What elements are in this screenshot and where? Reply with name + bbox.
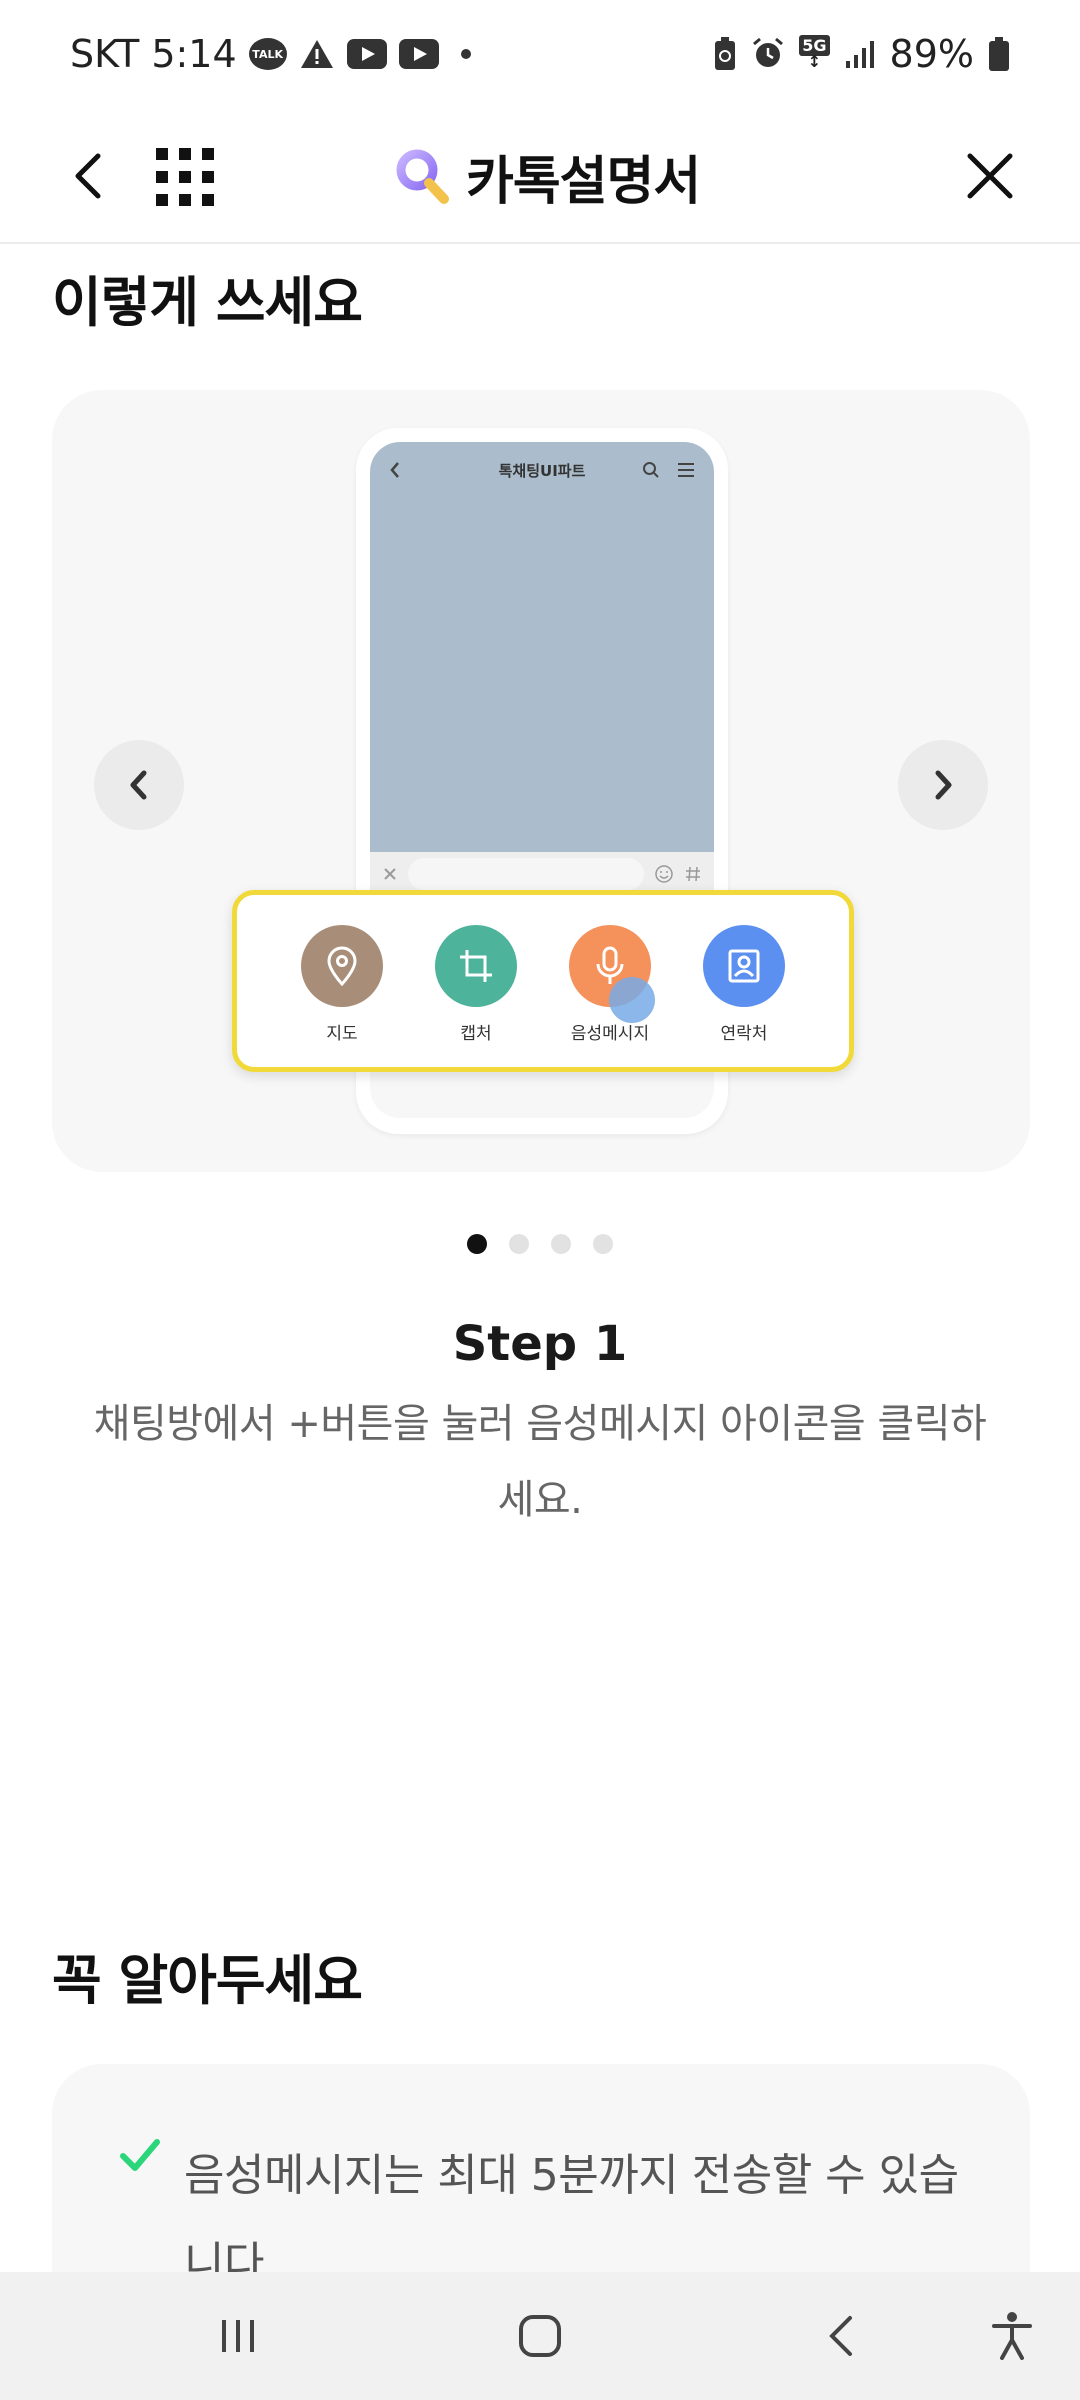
phone-hash-icon	[686, 866, 700, 882]
recent-apps-icon	[222, 2320, 254, 2352]
phone-close-icon	[384, 868, 396, 880]
close-button[interactable]	[960, 146, 1020, 206]
search-icon	[396, 149, 449, 204]
home-icon	[519, 2315, 561, 2357]
status-left: SKT 5:14 TALK	[70, 32, 471, 76]
carousel-prev-button[interactable]	[94, 740, 184, 830]
close-icon	[967, 153, 1013, 199]
app-header: 카톡설명서	[0, 108, 1080, 244]
contact-icon	[703, 925, 785, 1007]
accessibility-button[interactable]	[976, 2300, 1048, 2372]
battery-saver-icon	[713, 36, 737, 72]
page-dot-1[interactable]	[467, 1234, 487, 1254]
menu-item-contacts: 연락처	[703, 925, 785, 1067]
microphone-icon	[569, 925, 655, 1023]
alarm-icon	[751, 37, 785, 71]
menu-item-capture: 캡처	[435, 925, 517, 1067]
time: 5:14	[151, 32, 237, 76]
menu-label-contacts: 연락처	[720, 1024, 768, 1044]
phone-emoji-icon	[655, 865, 673, 883]
talk-icon: TALK	[248, 38, 287, 70]
usage-section-title: 이렇게 쓰세요	[52, 271, 363, 334]
talk-badge: TALK	[248, 38, 287, 70]
menu-item-voice-message: 음성메시지	[569, 925, 655, 1067]
touch-indicator	[609, 977, 655, 1023]
system-navigation-bar	[0, 2272, 1080, 2400]
phone-chat-topbar: 톡채팅UI파트	[370, 442, 714, 498]
step-title: Step 1	[452, 1316, 628, 1372]
status-bar: SKT 5:14 TALK 5G ↕ 89%	[0, 0, 1080, 108]
tutorial-carousel[interactable]: 톡채팅UI파트 지도 캡처 음성메시지 연락처	[52, 390, 1030, 1172]
carousel-next-button[interactable]	[898, 740, 988, 830]
menu-label-voice-message: 음성메시지	[570, 1024, 650, 1044]
page-title: 카톡설명서	[466, 151, 701, 212]
step-description: 채팅방에서 +버튼을 눌러 음성메시지 아이콘을 클릭하세요.	[93, 1401, 987, 1523]
header-title-wrap: 카톡설명서	[392, 136, 701, 216]
notice-section-title: 꼭 알아두세요	[52, 1949, 363, 2012]
menu-label-capture: 캡처	[460, 1024, 492, 1044]
dot-icon	[460, 49, 471, 59]
crop-icon	[435, 925, 517, 1007]
menu-label-map: 지도	[326, 1024, 358, 1044]
chevron-right-icon	[935, 770, 952, 800]
battery-percent: 89%	[889, 32, 974, 76]
recent-apps-button[interactable]	[202, 2300, 274, 2372]
phone-chat-title: 톡채팅UI파트	[498, 461, 586, 480]
signal-icon	[844, 39, 876, 69]
location-pin-icon	[301, 925, 383, 1007]
grid-menu-button[interactable]	[152, 144, 214, 206]
youtube-icon	[398, 39, 439, 69]
page-dot-4[interactable]	[593, 1234, 613, 1254]
battery-icon	[988, 36, 1010, 72]
youtube-icon	[346, 39, 387, 69]
5g-icon: 5G ↕	[799, 35, 830, 70]
menu-item-map: 지도	[301, 925, 383, 1067]
back-icon	[829, 2316, 852, 2356]
back-button[interactable]	[62, 146, 122, 206]
accessibility-icon	[992, 2312, 1032, 2360]
chevron-left-icon	[130, 770, 147, 800]
home-button[interactable]	[504, 2300, 576, 2372]
check-icon	[118, 2136, 162, 2180]
phone-chat-screen: 톡채팅UI파트	[370, 442, 714, 852]
attachment-menu-highlight: 지도 캡처 음성메시지 연락처	[232, 890, 854, 1072]
page-dot-2[interactable]	[509, 1234, 529, 1254]
page-dot-3[interactable]	[551, 1234, 571, 1254]
carrier: SKT	[70, 32, 140, 76]
back-icon	[75, 153, 101, 199]
carousel-pagination	[0, 1234, 1080, 1254]
status-right: 5G ↕ 89%	[713, 32, 1010, 76]
nav-back-button[interactable]	[806, 2300, 878, 2372]
warning-icon	[299, 38, 335, 70]
